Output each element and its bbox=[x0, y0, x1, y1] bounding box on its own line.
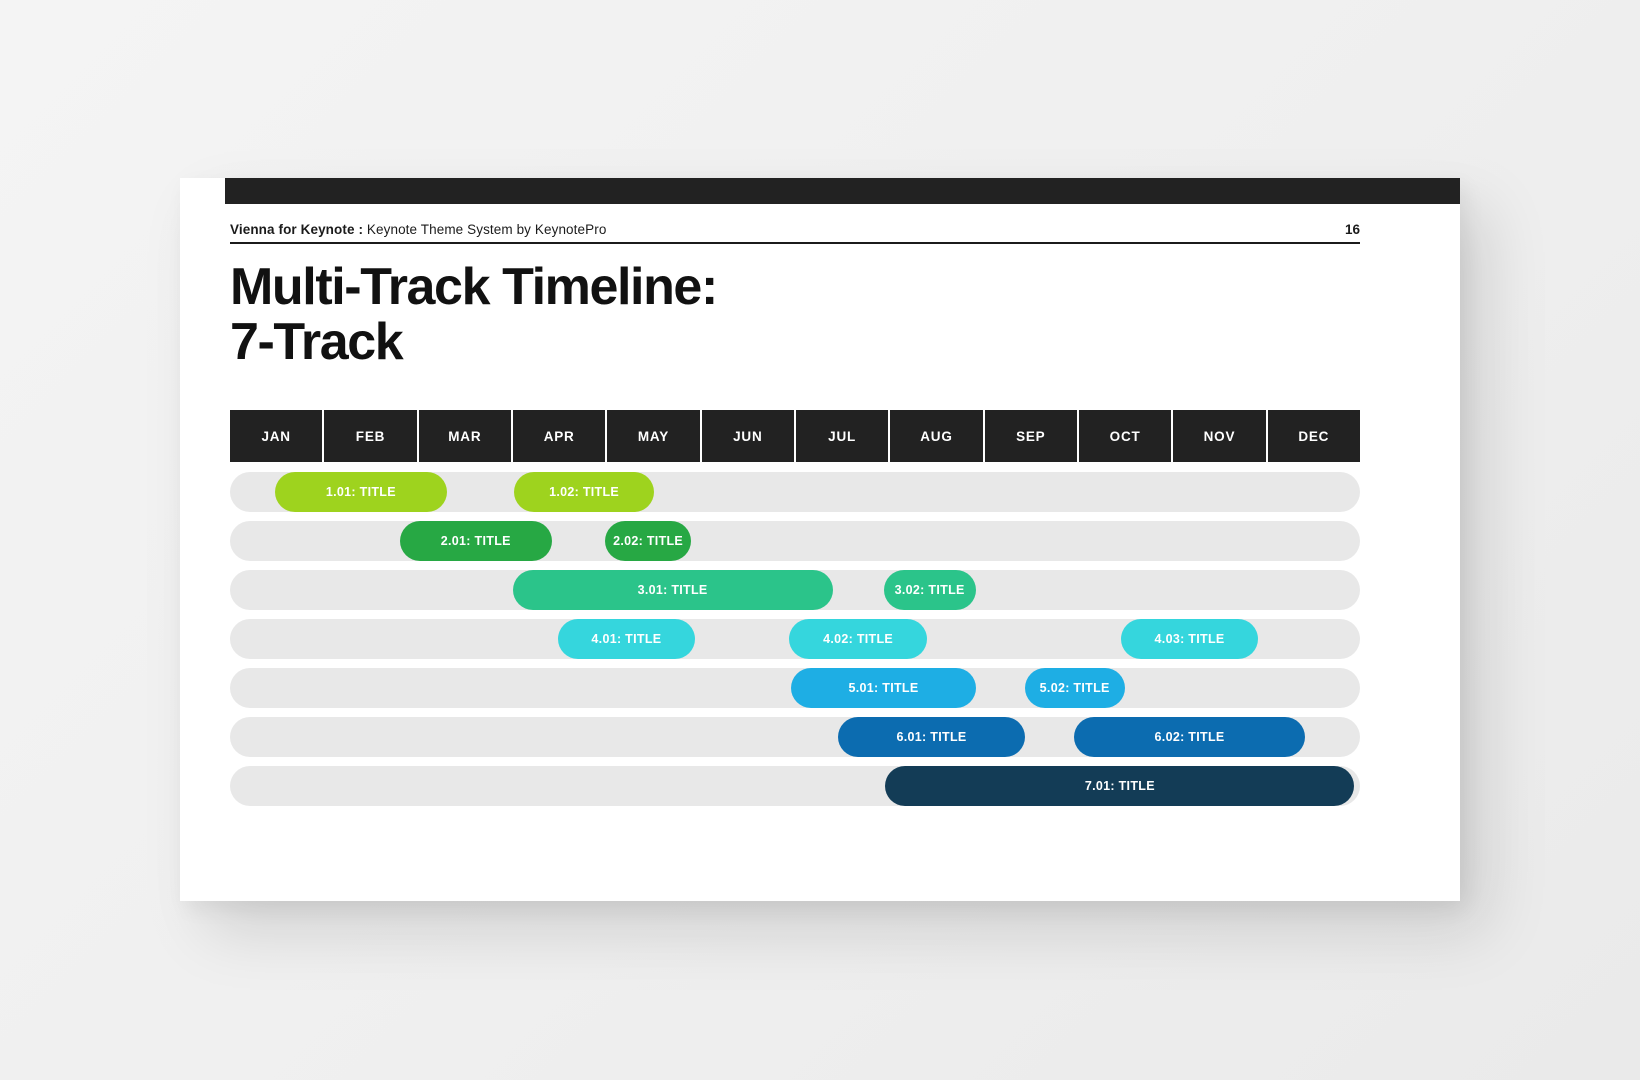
timeline-bar-4-03[interactable]: 4.03: TITLE bbox=[1120, 619, 1259, 659]
slide-header: Vienna for Keynote : Keynote Theme Syste… bbox=[230, 216, 1360, 242]
timeline-track-row-3: 3.01: TITLE 3.02: TITLE bbox=[230, 570, 1360, 610]
header-subtitle: Keynote Theme System by KeynotePro bbox=[366, 221, 607, 237]
timeline-bar-4-02[interactable]: 4.02: TITLE bbox=[789, 619, 927, 659]
timeline-bar-3-01[interactable]: 3.01: TITLE bbox=[512, 570, 833, 610]
timeline-bar-2-01[interactable]: 2.01: TITLE bbox=[399, 521, 553, 561]
timeline-bar-4-01[interactable]: 4.01: TITLE bbox=[557, 619, 696, 659]
month-cell-feb: FEB bbox=[324, 410, 419, 462]
timeline-track-row-1: 1.01: TITLE 1.02: TITLE bbox=[230, 472, 1360, 512]
header-breadcrumb: Vienna for Keynote : Keynote Theme Syste… bbox=[230, 222, 606, 237]
timeline-track-row-6: 6.01: TITLE 6.02: TITLE bbox=[230, 717, 1360, 757]
timeline-month-header: JAN FEB MAR APR MAY JUN JUL AUG SEP OCT NOV DEC bbox=[230, 410, 1360, 462]
timeline-bar-1-02[interactable]: 1.02: TITLE bbox=[514, 472, 654, 512]
slide-canvas: Vienna for Keynote : Keynote Theme Syste… bbox=[180, 178, 1460, 901]
page-title-line-2: 7-Track bbox=[230, 313, 404, 372]
timeline-bar-5-02[interactable]: 5.02: TITLE bbox=[1024, 668, 1125, 708]
timeline-chart: JAN FEB MAR APR MAY JUN JUL AUG SEP OCT NOV DEC 1.0… bbox=[230, 410, 1360, 806]
month-cell-jun: JUN bbox=[702, 410, 796, 462]
timeline-track-row-4: 4.01: TITLE 4.02: TITLE 4.03: TITLE bbox=[230, 619, 1360, 659]
header-brand: Vienna for Keynote bbox=[230, 221, 355, 237]
page-title: Multi-Track Timeline: 7-Track bbox=[230, 258, 1130, 372]
month-cell-jan: JAN bbox=[230, 410, 325, 462]
timeline-bar-5-01[interactable]: 5.01: TITLE bbox=[791, 668, 976, 708]
header-separator: : bbox=[354, 221, 367, 237]
timeline-bar-3-02[interactable]: 3.02: TITLE bbox=[883, 570, 976, 610]
month-cell-oct: OCT bbox=[1079, 410, 1174, 462]
month-cell-aug: AUG bbox=[890, 410, 985, 462]
timeline-bar-2-02[interactable]: 2.02: TITLE bbox=[604, 521, 692, 561]
month-cell-nov: NOV bbox=[1173, 410, 1268, 462]
timeline-track-row-5: 5.01: TITLE 5.02: TITLE bbox=[230, 668, 1360, 708]
page-number: 16 bbox=[1344, 221, 1360, 237]
month-cell-jul: JUL bbox=[796, 410, 891, 462]
timeline-track-row-2: 2.01: TITLE 2.02: TITLE bbox=[230, 521, 1360, 561]
timeline-bar-6-01[interactable]: 6.01: TITLE bbox=[838, 717, 1025, 757]
timeline-track-row-7: 7.01: TITLE bbox=[230, 766, 1360, 806]
month-cell-sep: SEP bbox=[985, 410, 1079, 462]
slide-top-accent-bar bbox=[225, 178, 1460, 204]
timeline-tracks: 1.01: TITLE 1.02: TITLE 2.01: TITLE 2.02: T… bbox=[230, 472, 1360, 806]
month-cell-apr: APR bbox=[513, 410, 608, 462]
month-cell-may: MAY bbox=[607, 410, 702, 462]
timeline-bar-6-02[interactable]: 6.02: TITLE bbox=[1073, 717, 1306, 757]
page-title-line-1: Multi-Track Timeline: bbox=[230, 258, 718, 316]
timeline-bar-1-01[interactable]: 1.01: TITLE bbox=[275, 472, 447, 512]
month-cell-dec: DEC bbox=[1298, 428, 1330, 444]
month-cell-mar: MAR bbox=[419, 410, 513, 462]
header-divider bbox=[230, 242, 1360, 244]
timeline-bar-7-01[interactable]: 7.01: TITLE bbox=[885, 766, 1355, 806]
